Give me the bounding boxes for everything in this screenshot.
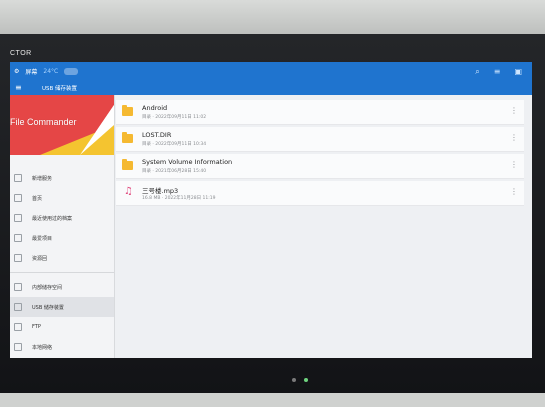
list-item[interactable]: System Volume Information 目录 · 2021年06月2…: [116, 154, 524, 179]
indicator-lights: [292, 378, 308, 382]
app-banner: File Commander: [10, 95, 114, 155]
folder-add-icon[interactable]: ▣: [514, 67, 522, 77]
file-meta: 目录 · 2022年09月11日 11:02: [142, 115, 207, 120]
status-pill: [64, 68, 79, 75]
more-icon[interactable]: ⋮: [510, 106, 518, 115]
sidebar-item-home[interactable]: 首页: [10, 188, 114, 208]
search-icon[interactable]: ⌕: [475, 67, 479, 77]
status-location: 屏幕: [25, 69, 38, 76]
status-weather: 24°C: [43, 68, 59, 75]
list-item[interactable]: LOST.DIR 目录 · 2022年09月11日 10:34 ⋮: [116, 127, 524, 152]
star-icon: [14, 234, 22, 242]
network-icon: [14, 343, 22, 351]
home-icon: [14, 194, 22, 202]
sort-icon[interactable]: ≡: [494, 67, 501, 77]
settings-icon[interactable]: ⚙: [14, 68, 19, 75]
sidebar-item-network[interactable]: 本地网络: [10, 337, 114, 357]
trash-icon: [14, 254, 22, 262]
sidebar-item-usb[interactable]: USB 储存装置: [10, 297, 114, 317]
file-name: System Volume Information: [142, 158, 233, 166]
more-icon[interactable]: ⋮: [510, 187, 518, 196]
brand-label: CTOR: [10, 50, 32, 57]
folder-icon: [122, 159, 133, 170]
sidebar-item-favorites[interactable]: 最爱项目: [10, 228, 114, 248]
file-meta: 16.8 MB · 2022年11月28日 11:19: [142, 196, 216, 201]
app-bar: ≡ USB 储存装置: [10, 80, 532, 95]
music-icon: ♫: [124, 186, 133, 197]
sidebar-item-recycle[interactable]: 资源回: [10, 248, 114, 268]
sidebar-item-ftp[interactable]: FTP: [10, 317, 114, 337]
sidebar-divider: [10, 272, 114, 273]
screen: ⚙ 屏幕 24°C ⌕ ≡ ▣ ≡ USB 储存装置 File Commande…: [10, 62, 532, 358]
list-item[interactable]: ♫ 三号楼.mp3 16.8 MB · 2022年11月28日 11:19 ⋮: [116, 181, 524, 206]
status-bar: ⚙ 屏幕 24°C ⌕ ≡ ▣: [10, 62, 532, 80]
file-meta: 目录 · 2021年06月28日 15:40: [142, 169, 207, 174]
file-list: Android 目录 · 2022年09月11日 11:02 ⋮ LOST.DI…: [116, 100, 524, 208]
more-icon[interactable]: ⋮: [510, 160, 518, 169]
ftp-icon: [14, 323, 22, 331]
file-name: 三号楼.mp3: [142, 187, 179, 195]
sidebar-nav: 新增服务 首页 最近使用过的档案 最爱项目 资源回 内部储存空间 USB 储存装…: [10, 168, 114, 357]
folder-icon: [122, 132, 133, 143]
more-icon[interactable]: ⋮: [510, 133, 518, 142]
clock-icon: [14, 214, 22, 222]
app-bar-title: USB 储存装置: [42, 86, 78, 92]
file-name: LOST.DIR: [142, 131, 172, 139]
folder-icon: [122, 105, 133, 116]
file-name: Android: [142, 104, 168, 112]
desk-surface: [0, 393, 545, 407]
file-meta: 目录 · 2022年09月11日 10:34: [142, 142, 207, 147]
sidebar: File Commander 新增服务 首页 最近使用过的档案 最爱项目 资源回: [10, 95, 115, 358]
sidebar-item-recent[interactable]: 最近使用过的档案: [10, 208, 114, 228]
app-name: File Commander: [10, 117, 77, 127]
sidebar-item-new-service[interactable]: 新增服务: [10, 168, 114, 188]
home-icon: [14, 174, 22, 182]
menu-icon[interactable]: ≡: [15, 83, 22, 92]
sidebar-item-internal-storage[interactable]: 内部储存空间: [10, 277, 114, 297]
usb-icon: [14, 303, 22, 311]
storage-icon: [14, 283, 22, 291]
list-item[interactable]: Android 目录 · 2022年09月11日 11:02 ⋮: [116, 100, 524, 125]
